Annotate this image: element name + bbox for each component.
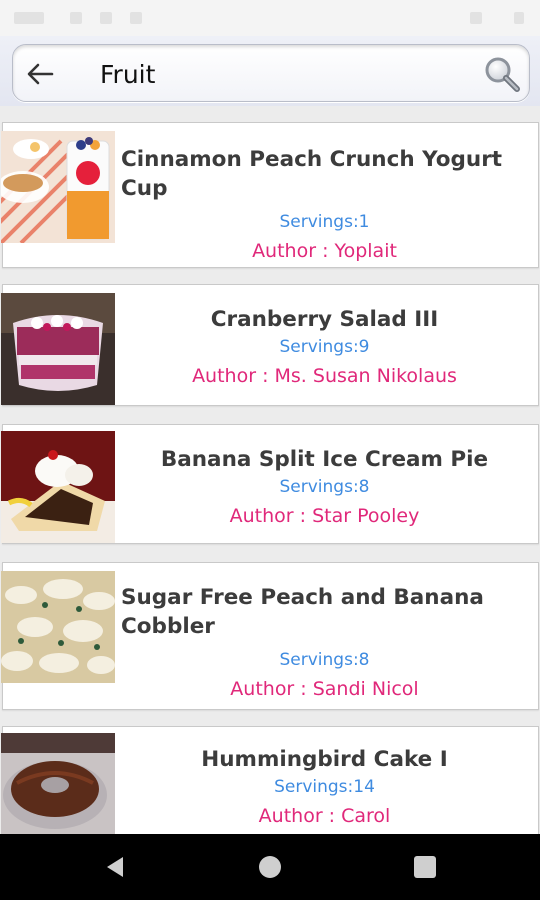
- recipe-author: Author : Sandi Nicol: [230, 678, 419, 700]
- recipe-title: Cinnamon Peach Crunch Yogurt Cup: [121, 147, 503, 201]
- recipe-card[interactable]: Banana Split Ice Cream Pie Servings:8 Au…: [1, 424, 539, 544]
- arrow-left-icon[interactable]: [24, 58, 56, 90]
- recipe-list[interactable]: Cinnamon Peach Crunch Yogurt Cup Serving…: [0, 106, 540, 834]
- recipe-card[interactable]: Sugar Free Peach and Banana Cobbler Serv…: [1, 562, 539, 710]
- recipe-title: Banana Split Ice Cream Pie: [160, 447, 489, 472]
- recipe-card[interactable]: Cinnamon Peach Crunch Yogurt Cup Serving…: [1, 122, 539, 268]
- status-icon: [70, 12, 82, 24]
- status-bar: [0, 0, 540, 36]
- recipe-author: Author : Ms. Susan Nikolaus: [192, 365, 457, 387]
- recipe-servings: Servings:8: [279, 477, 370, 497]
- battery-icon: [514, 12, 524, 24]
- recipe-servings: Servings:9: [279, 337, 370, 357]
- recipe-author: Author : Carol: [258, 805, 391, 827]
- recipe-author: Author : Yoplait: [252, 240, 397, 262]
- recipe-image: [1, 571, 115, 683]
- triangle-back-icon[interactable]: [103, 855, 127, 879]
- recipe-image: [1, 293, 115, 405]
- magnifier-icon[interactable]: [482, 54, 522, 94]
- recipe-servings: Servings:14: [274, 777, 375, 797]
- status-icon: [100, 12, 112, 24]
- status-icon: [14, 12, 44, 24]
- square-recent-icon[interactable]: [414, 856, 436, 878]
- recipe-image: [1, 131, 115, 243]
- recipe-servings: Servings:1: [279, 212, 370, 232]
- circle-home-icon[interactable]: [259, 856, 281, 878]
- recipe-image: [1, 431, 115, 543]
- recipe-image: [1, 733, 115, 834]
- recipe-author: Author : Star Pooley: [229, 505, 420, 527]
- recipe-servings: Servings:8: [279, 650, 370, 670]
- wifi-icon: [470, 12, 482, 24]
- status-icon: [130, 12, 142, 24]
- recipe-card[interactable]: Cranberry Salad III Servings:9 Author : …: [1, 284, 539, 406]
- recipe-title: Hummingbird Cake I: [201, 747, 448, 772]
- recipe-card[interactable]: Hummingbird Cake I Servings:14 Author : …: [1, 726, 539, 834]
- recipe-title: Sugar Free Peach and Banana Cobbler: [121, 585, 484, 639]
- recipe-title: Cranberry Salad III: [210, 307, 439, 332]
- search-input[interactable]: [100, 55, 470, 93]
